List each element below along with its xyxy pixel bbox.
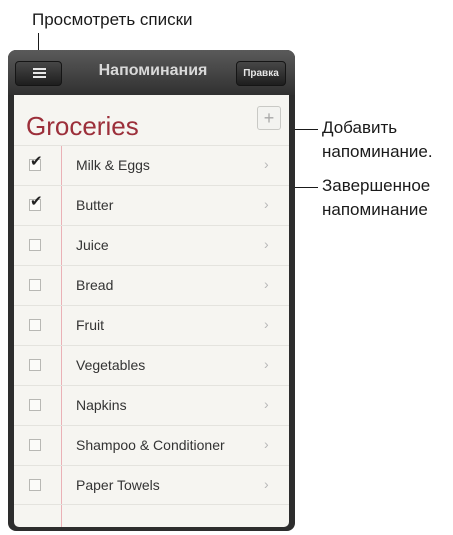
view-lists-callout: Просмотреть списки bbox=[32, 10, 193, 29]
reminder-list-sheet: Groceries + ✔ Milk & Eggs › ✔ Butter › J… bbox=[14, 95, 289, 527]
chevron-right-icon[interactable]: › bbox=[264, 316, 269, 332]
navigation-bar: Напоминания Правка bbox=[8, 50, 295, 95]
reminder-checkbox[interactable] bbox=[29, 439, 41, 451]
reminder-label: Butter bbox=[76, 197, 114, 213]
check-mark-icon: ✔ bbox=[30, 193, 43, 210]
chevron-right-icon[interactable]: › bbox=[264, 156, 269, 172]
reminder-row[interactable]: Fruit › bbox=[14, 305, 289, 345]
chevron-right-icon[interactable]: › bbox=[264, 356, 269, 372]
reminder-label: Shampoo & Conditioner bbox=[76, 437, 225, 453]
add-reminder-button[interactable]: + bbox=[257, 106, 281, 130]
reminder-label: Milk & Eggs bbox=[76, 157, 150, 173]
reminder-row[interactable]: Napkins › bbox=[14, 385, 289, 425]
reminder-row[interactable]: ✔ Butter › bbox=[14, 185, 289, 225]
reminder-row[interactable]: ✔ Milk & Eggs › bbox=[14, 145, 289, 185]
reminder-rows: ✔ Milk & Eggs › ✔ Butter › Juice › Bread… bbox=[14, 145, 289, 505]
reminder-label: Vegetables bbox=[76, 357, 146, 373]
reminder-row[interactable]: Bread › bbox=[14, 265, 289, 305]
chevron-right-icon[interactable]: › bbox=[264, 236, 269, 252]
reminder-checkbox[interactable] bbox=[29, 399, 41, 411]
reminder-checkbox[interactable] bbox=[29, 279, 41, 291]
reminder-checkbox[interactable] bbox=[29, 359, 41, 371]
reminder-row[interactable]: Shampoo & Conditioner › bbox=[14, 425, 289, 465]
reminder-checkbox[interactable]: ✔ bbox=[29, 194, 43, 211]
reminder-checkbox[interactable] bbox=[29, 479, 41, 491]
reminder-row[interactable]: Vegetables › bbox=[14, 345, 289, 385]
reminder-row[interactable]: Paper Towels › bbox=[14, 465, 289, 505]
chevron-right-icon[interactable]: › bbox=[264, 196, 269, 212]
reminder-checkbox[interactable]: ✔ bbox=[29, 154, 43, 171]
reminder-label: Fruit bbox=[76, 317, 104, 333]
completed-reminder-callout: Завершенное напоминание bbox=[322, 176, 431, 219]
reminder-label: Napkins bbox=[76, 397, 127, 413]
edit-button[interactable]: Правка bbox=[236, 61, 286, 86]
nav-title: Напоминания bbox=[98, 62, 208, 79]
add-reminder-callout: Добавить напоминание. bbox=[322, 118, 433, 161]
reminder-checkbox[interactable] bbox=[29, 239, 41, 251]
chevron-right-icon[interactable]: › bbox=[264, 436, 269, 452]
chevron-right-icon[interactable]: › bbox=[264, 476, 269, 492]
reminder-label: Juice bbox=[76, 237, 109, 253]
reminder-checkbox[interactable] bbox=[29, 319, 41, 331]
list-title: Groceries bbox=[26, 111, 139, 141]
chevron-right-icon[interactable]: › bbox=[264, 276, 269, 292]
check-mark-icon: ✔ bbox=[30, 153, 43, 170]
reminder-label: Paper Towels bbox=[76, 477, 160, 493]
reminders-app-window: Напоминания Правка Groceries + ✔ Milk & … bbox=[8, 50, 295, 531]
hamburger-icon bbox=[33, 68, 46, 79]
reminder-row[interactable]: Juice › bbox=[14, 225, 289, 265]
chevron-right-icon[interactable]: › bbox=[264, 396, 269, 412]
view-lists-button[interactable] bbox=[15, 61, 62, 86]
reminder-label: Bread bbox=[76, 277, 114, 293]
